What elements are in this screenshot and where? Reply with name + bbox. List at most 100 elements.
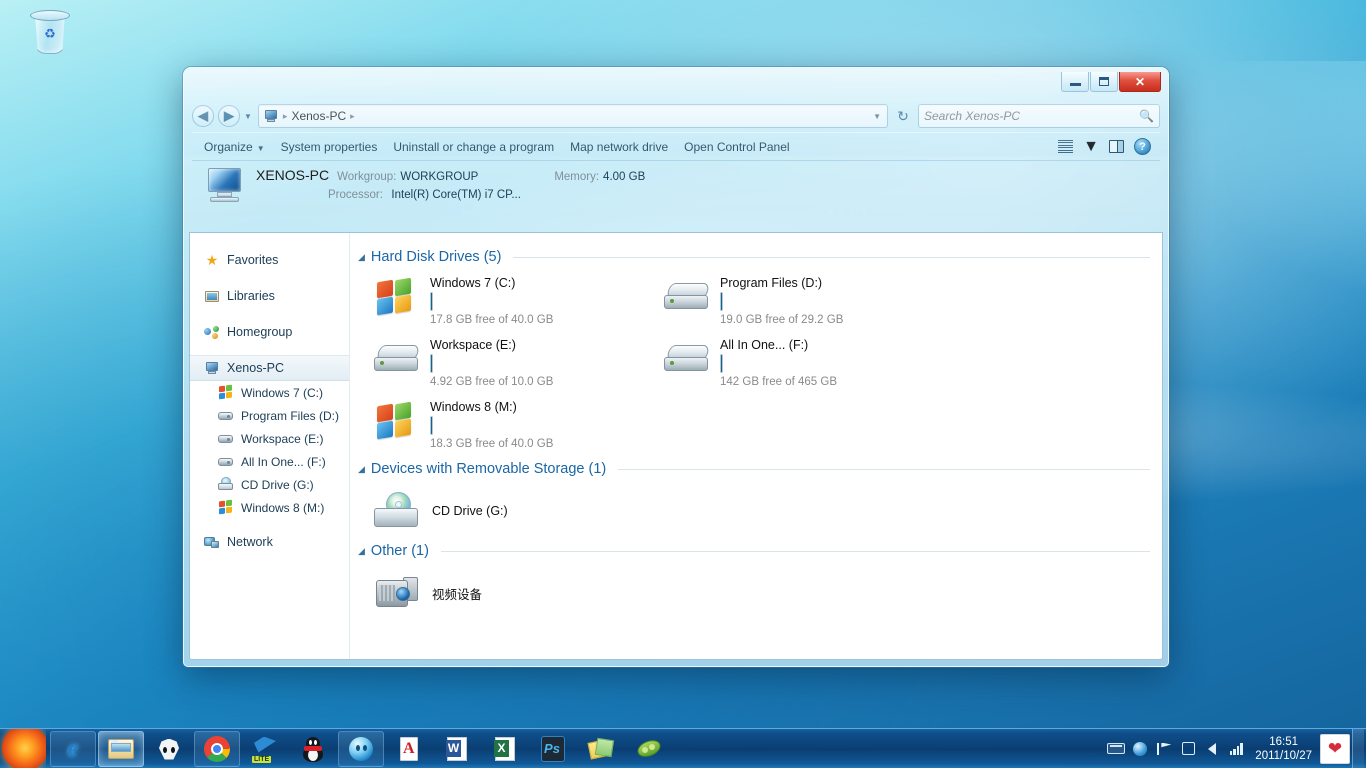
keyboard-layout-icon[interactable] <box>1105 738 1127 760</box>
recent-pages-dropdown[interactable]: ▼ <box>244 112 252 121</box>
drive-name: Windows 7 (C:) <box>430 276 553 290</box>
preview-pane-icon <box>1109 140 1124 153</box>
drive-icon-wrap <box>372 275 424 321</box>
navigation-pane[interactable]: ★FavoritesLibrariesHomegroupXenos-PCWind… <box>190 233 350 659</box>
maximize-button[interactable] <box>1090 72 1118 92</box>
address-dropdown-icon[interactable]: ▼ <box>873 112 883 121</box>
view-dropdown-button[interactable]: ▼ <box>1078 138 1104 156</box>
back-button[interactable]: ◀ <box>192 105 214 127</box>
sidebar-item-program-files-d[interactable]: Program Files (D:) <box>190 404 349 427</box>
drive-usage-bar <box>720 292 723 311</box>
sidebar-item-favorites[interactable]: ★Favorites <box>190 247 349 273</box>
explorer-window: ✕ ◀ ▶ ▼ ▸ Xenos-PC ▸ ▼ ↻ 🔍 Organize▼ Sys… <box>183 67 1169 667</box>
computer-large-icon <box>202 166 246 204</box>
close-button[interactable]: ✕ <box>1119 72 1161 92</box>
computer-details-pane: XENOS-PC Workgroup: WORKGROUP Memory: 4.… <box>192 161 1160 205</box>
section-header-removable-storage[interactable]: ◢Devices with Removable Storage (1) <box>358 461 1150 477</box>
drive-icon-wrap <box>662 275 714 321</box>
taskbar-button-photoshop[interactable]: Ps <box>530 731 576 767</box>
collapse-arrow-icon[interactable]: ◢ <box>358 546 365 557</box>
drive-tile[interactable]: Windows 7 (C:) 17.8 GB free of 40.0 GB <box>358 269 648 331</box>
sidebar-item-label: Homegroup <box>227 325 292 339</box>
sidebar-item-xenos-pc[interactable]: Xenos-PC <box>190 355 349 381</box>
section-header-hard-disk-drives[interactable]: ◢Hard Disk Drives (5) <box>358 249 1150 265</box>
sidebar-item-windows-8-m[interactable]: Windows 8 (M:) <box>190 496 349 519</box>
taskbar-button-pea-pod[interactable] <box>626 731 672 767</box>
taskbar-button-foobar2000[interactable] <box>146 731 192 767</box>
device-item[interactable]: CD Drive (G:) <box>358 481 1150 537</box>
section-title: Other (1) <box>371 543 429 559</box>
recycle-bin-icon[interactable]: ♻ <box>14 8 86 56</box>
processor-label: Processor: <box>328 189 383 201</box>
breadcrumb-computer[interactable]: Xenos-PC <box>291 109 346 123</box>
explorer-icon <box>107 735 135 763</box>
start-button[interactable] <box>0 729 46 768</box>
drive-tile[interactable]: All In One... (F:)142 GB free of 465 GB <box>648 331 938 393</box>
sidebar-item-network[interactable]: Network <box>190 529 349 555</box>
map-network-drive-button[interactable]: Map network drive <box>562 137 676 157</box>
search-box[interactable]: 🔍 <box>918 104 1160 128</box>
refresh-button[interactable]: ↻ <box>892 104 914 128</box>
drive-usage-fill <box>721 355 722 372</box>
sidebar-item-workspace-e[interactable]: Workspace (E:) <box>190 427 349 450</box>
address-bar[interactable]: ▸ Xenos-PC ▸ ▼ <box>258 104 888 128</box>
taskbar-button-windows-explorer[interactable] <box>98 731 144 767</box>
content-pane[interactable]: ◢Hard Disk Drives (5) Windows 7 (C:) 17.8 … <box>350 233 1162 659</box>
hdd-icon <box>374 345 420 375</box>
hdd-icon <box>664 283 710 313</box>
collapse-arrow-icon[interactable]: ◢ <box>358 464 365 475</box>
drive-usage-bar <box>430 292 433 311</box>
sidebar-item-label: Program Files (D:) <box>241 409 339 423</box>
uninstall-program-button[interactable]: Uninstall or change a program <box>385 137 562 157</box>
heart-glyph: ❤ <box>1328 740 1342 757</box>
organize-button[interactable]: Organize▼ <box>196 137 273 157</box>
taskbar-button-thunderbird-lite[interactable]: LITE <box>242 731 288 767</box>
sidebar-item-libraries[interactable]: Libraries <box>190 283 349 309</box>
forward-button[interactable]: ▶ <box>218 105 240 127</box>
drive-tile[interactable]: Program Files (D:)19.0 GB free of 29.2 G… <box>648 269 938 331</box>
search-input[interactable] <box>924 109 1139 123</box>
breadcrumb-separator[interactable]: ▸ <box>350 111 355 122</box>
collapse-arrow-icon[interactable]: ◢ <box>358 252 365 263</box>
safely-remove-icon[interactable] <box>1177 738 1199 760</box>
taskbar-button-internet-explorer[interactable]: e <box>50 731 96 767</box>
clock-date: 2011/10/27 <box>1255 749 1312 763</box>
drive-usage-fill <box>431 417 432 434</box>
star-icon: ★ <box>204 253 220 268</box>
taskbar-button-adobe-reader[interactable]: A <box>386 731 432 767</box>
taskbar-button-microsoft-word[interactable]: W <box>434 731 480 767</box>
taskbar-button-maxthon[interactable] <box>338 731 384 767</box>
drive-tile[interactable]: Windows 8 (M:)18.3 GB free of 40.0 GB <box>358 393 648 455</box>
taskbar-button-microsoft-excel[interactable]: X <box>482 731 528 767</box>
action-flag-icon[interactable] <box>1153 738 1175 760</box>
minimize-button[interactable] <box>1061 72 1089 92</box>
taskbar-button-google-chrome[interactable] <box>194 731 240 767</box>
libraries-icon <box>204 289 220 304</box>
drive-free-space: 17.8 GB free of 40.0 GB <box>430 314 553 326</box>
taskbar-button-sticky-notes[interactable] <box>578 731 624 767</box>
drive-meta: Windows 8 (M:)18.3 GB free of 40.0 GB <box>430 399 553 450</box>
device-icon-wrap <box>372 570 424 616</box>
sidebar-item-cd-drive-g[interactable]: CD Drive (G:) <box>190 473 349 496</box>
windows-drive-icon <box>218 385 234 400</box>
window-title-bar[interactable]: ✕ <box>189 73 1163 101</box>
sidebar-item-homegroup[interactable]: Homegroup <box>190 319 349 345</box>
change-view-button[interactable] <box>1053 140 1078 153</box>
section-header-other[interactable]: ◢ Other (1) <box>358 543 1150 559</box>
preview-pane-button[interactable] <box>1104 140 1129 153</box>
taskbar-clock[interactable]: 16:51 2011/10/27 <box>1249 735 1318 763</box>
volume-icon[interactable] <box>1201 738 1223 760</box>
network-signal-icon[interactable] <box>1225 738 1247 760</box>
open-control-panel-button[interactable]: Open Control Panel <box>676 137 797 157</box>
drive-tile[interactable]: Workspace (E:)4.92 GB free of 10.0 GB <box>358 331 648 393</box>
help-button[interactable]: ? <box>1129 138 1156 155</box>
show-desktop-button[interactable] <box>1352 729 1364 768</box>
system-properties-button[interactable]: System properties <box>273 137 386 157</box>
sidebar-item-all-in-one-f[interactable]: All In One... (F:) <box>190 450 349 473</box>
taskbar-button-qq[interactable] <box>290 731 336 767</box>
sidebar-item-windows-7-c[interactable]: Windows 7 (C:) <box>190 381 349 404</box>
device-item[interactable]: 视频设备 <box>358 563 1150 619</box>
drive-free-space: 4.92 GB free of 10.0 GB <box>430 376 553 388</box>
blue-ball-icon[interactable] <box>1129 738 1151 760</box>
heart-icon[interactable]: ❤ <box>1320 734 1350 764</box>
